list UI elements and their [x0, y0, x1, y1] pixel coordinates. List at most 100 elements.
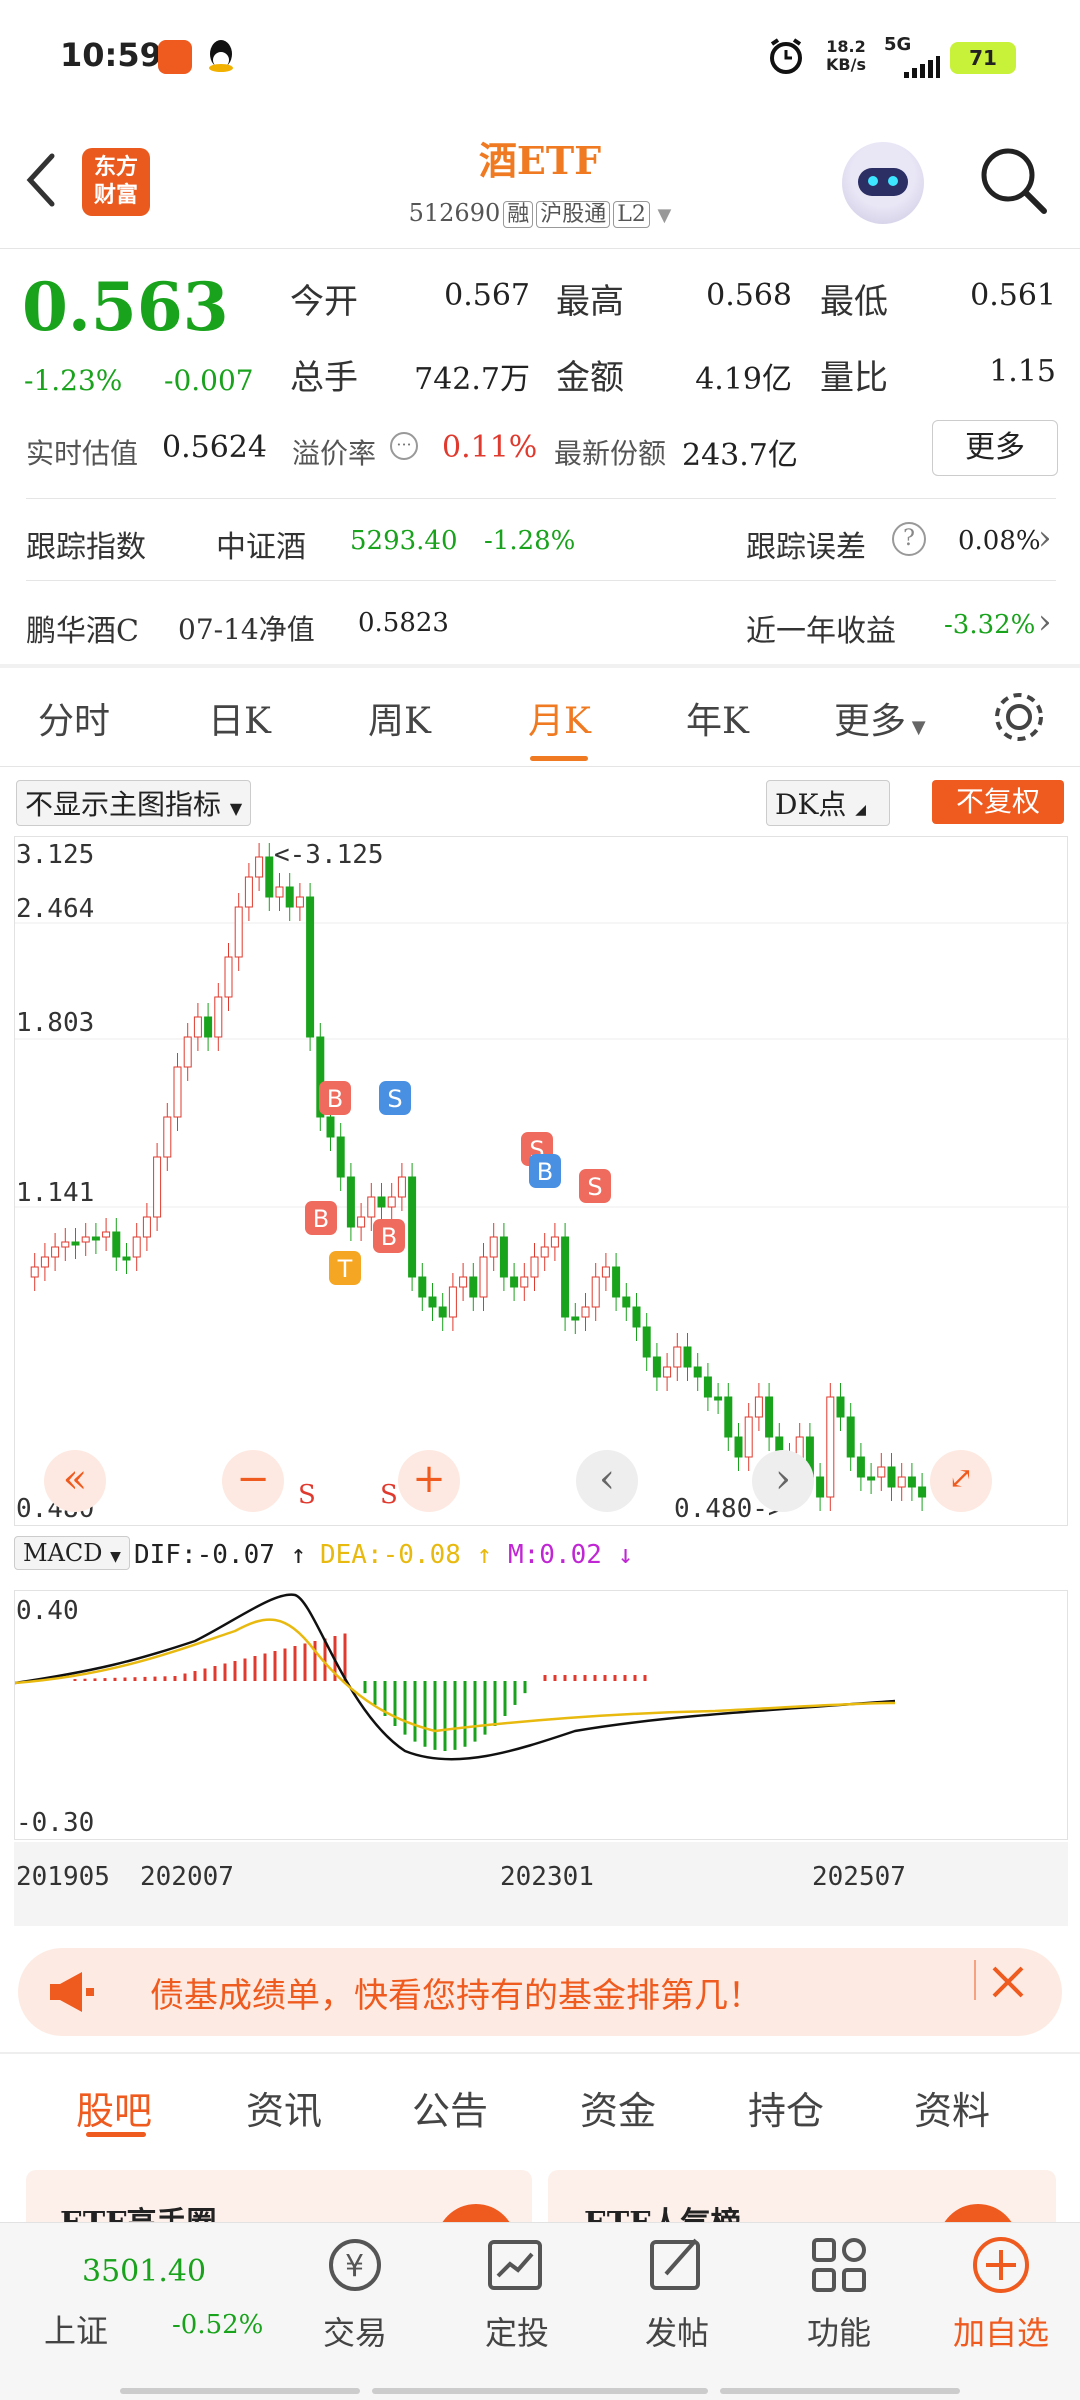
candle — [183, 1036, 192, 1068]
max-price-label: <-3.125 — [274, 840, 384, 870]
tag-hgt: 沪股通 — [536, 201, 611, 228]
post-icon[interactable] — [646, 2234, 708, 2296]
no-adjust-button[interactable]: 不复权 — [932, 780, 1064, 824]
tab-profile[interactable]: 资料 — [914, 2080, 990, 2135]
trade-signal-b[interactable]: B — [305, 1201, 337, 1235]
tab-weekly-k[interactable]: 周K — [368, 692, 431, 744]
card-etf-circle[interactable]: ETF高手圈 — [26, 2170, 532, 2244]
x-tick-1: 201905 — [16, 1862, 110, 1892]
chevron-right-icon-2[interactable]: › — [1038, 602, 1052, 642]
search-icon[interactable] — [978, 145, 1048, 215]
macd-chart[interactable] — [14, 1590, 1068, 1840]
candle — [510, 1276, 519, 1288]
candle — [469, 1276, 478, 1298]
nav-post[interactable]: 发帖 — [612, 2308, 742, 2354]
tab-monthly-k[interactable]: 月K — [528, 692, 591, 744]
trade-signal-s[interactable]: S — [379, 1081, 411, 1115]
help-icon[interactable]: ? — [892, 522, 926, 556]
candle — [142, 1216, 151, 1238]
candle — [826, 1396, 835, 1498]
gesture-bar-2 — [372, 2388, 708, 2394]
trade-signal-t[interactable]: T — [329, 1251, 361, 1285]
year-return-label: 近一年收益 — [746, 614, 896, 649]
candle — [61, 1241, 70, 1248]
trade-signal-b[interactable]: B — [319, 1081, 351, 1115]
tab-holdings[interactable]: 持仓 — [748, 2080, 824, 2135]
sub-indicator-select[interactable]: MACD ▼ — [14, 1536, 130, 1570]
nav-auto-invest[interactable]: 定投 — [452, 2308, 582, 2354]
svg-text:B: B — [381, 1223, 397, 1251]
market-index-value[interactable]: 3501.40 — [82, 2254, 206, 2289]
settings-gear-icon[interactable] — [990, 688, 1048, 746]
zoom-out-button[interactable]: − — [222, 1450, 284, 1512]
battery-level: 71 — [969, 46, 997, 70]
candle — [122, 1256, 131, 1261]
candle — [153, 1156, 162, 1218]
robot-assistant-icon[interactable] — [842, 142, 924, 224]
nav-functions[interactable]: 功能 — [774, 2308, 904, 2354]
tab-news[interactable]: 资讯 — [246, 2080, 322, 2135]
tab-announcements[interactable]: 公告 — [412, 2080, 488, 2135]
share-value: 243.7亿 — [682, 438, 798, 473]
market-index-name[interactable]: 上证 — [44, 2306, 108, 2352]
tab-guba[interactable]: 股吧 — [76, 2080, 152, 2135]
candle — [71, 1241, 80, 1246]
tab-more[interactable]: 更多 ▼ — [834, 692, 926, 744]
linked-fund-name[interactable]: 鹏华酒C — [26, 606, 139, 650]
candle — [693, 1366, 702, 1378]
candle — [306, 896, 315, 1038]
trade-icon[interactable]: ¥ — [324, 2234, 386, 2296]
scroll-left-fast-button[interactable]: « — [44, 1450, 106, 1512]
svg-text:S: S — [587, 1173, 602, 1201]
nav-value: 0.5823 — [358, 608, 449, 638]
trade-signal-b[interactable]: S — [579, 1169, 611, 1203]
vol-ratio-label: 量比 — [820, 358, 888, 398]
candle — [836, 1396, 845, 1418]
nav-trade[interactable]: 交易 — [290, 2308, 420, 2354]
main-indicator-select[interactable]: 不显示主图指标 ▼ — [16, 780, 252, 826]
candle — [867, 1476, 876, 1481]
auto-invest-icon[interactable] — [484, 2234, 546, 2296]
candle — [581, 1306, 590, 1318]
candle — [448, 1286, 457, 1318]
more-quote-button[interactable]: 更多 — [932, 420, 1058, 476]
tab-intraday[interactable]: 分时 — [38, 692, 110, 744]
scroll-right-button[interactable]: › — [752, 1450, 814, 1512]
nav-add-watchlist[interactable]: 加自选 — [936, 2308, 1066, 2354]
tab-daily-k[interactable]: 日K — [208, 692, 271, 744]
candle — [612, 1266, 621, 1298]
candle — [754, 1396, 763, 1418]
candle — [214, 996, 223, 1038]
candle — [357, 1216, 366, 1228]
candle — [897, 1476, 906, 1488]
fullscreen-icon[interactable]: ⤢ — [930, 1450, 992, 1512]
vol-ratio-value: 1.15 — [989, 354, 1056, 389]
app-notification-icon — [158, 40, 192, 74]
info-icon[interactable]: ··· — [390, 432, 418, 460]
scroll-left-button[interactable]: ‹ — [576, 1450, 638, 1512]
chevron-right-icon[interactable]: › — [1038, 518, 1052, 558]
svg-text:B: B — [313, 1205, 329, 1233]
signal-s-marker-2: S — [380, 1480, 398, 1510]
add-watchlist-icon[interactable] — [970, 2234, 1032, 2296]
candle — [346, 1176, 355, 1228]
trade-signal-s[interactable]: B — [529, 1154, 561, 1188]
close-banner-icon[interactable] — [988, 1962, 1028, 2002]
candle — [856, 1456, 865, 1478]
signal-5g: 5G — [884, 34, 911, 55]
candle — [907, 1476, 916, 1488]
zoom-in-button[interactable]: + — [398, 1450, 460, 1512]
tab-funds[interactable]: 资金 — [580, 2080, 656, 2135]
dropdown-triangle-icon[interactable]: ▼ — [658, 205, 672, 226]
functions-icon[interactable] — [808, 2234, 870, 2296]
dk-point-button[interactable]: DK点 ◢ — [766, 780, 890, 826]
candle — [765, 1396, 774, 1438]
kline-chart[interactable]: BSBTBSBS — [14, 836, 1069, 1526]
tab-yearly-k[interactable]: 年K — [686, 692, 749, 744]
market-index-change: -0.52% — [172, 2310, 264, 2340]
candle — [479, 1256, 488, 1298]
candle — [683, 1346, 692, 1368]
trade-signal-b[interactable]: B — [373, 1219, 405, 1253]
card-etf-popularity[interactable]: ETF人气榜 — [548, 2170, 1056, 2244]
tracking-index-name[interactable]: 中证酒 — [216, 522, 306, 566]
